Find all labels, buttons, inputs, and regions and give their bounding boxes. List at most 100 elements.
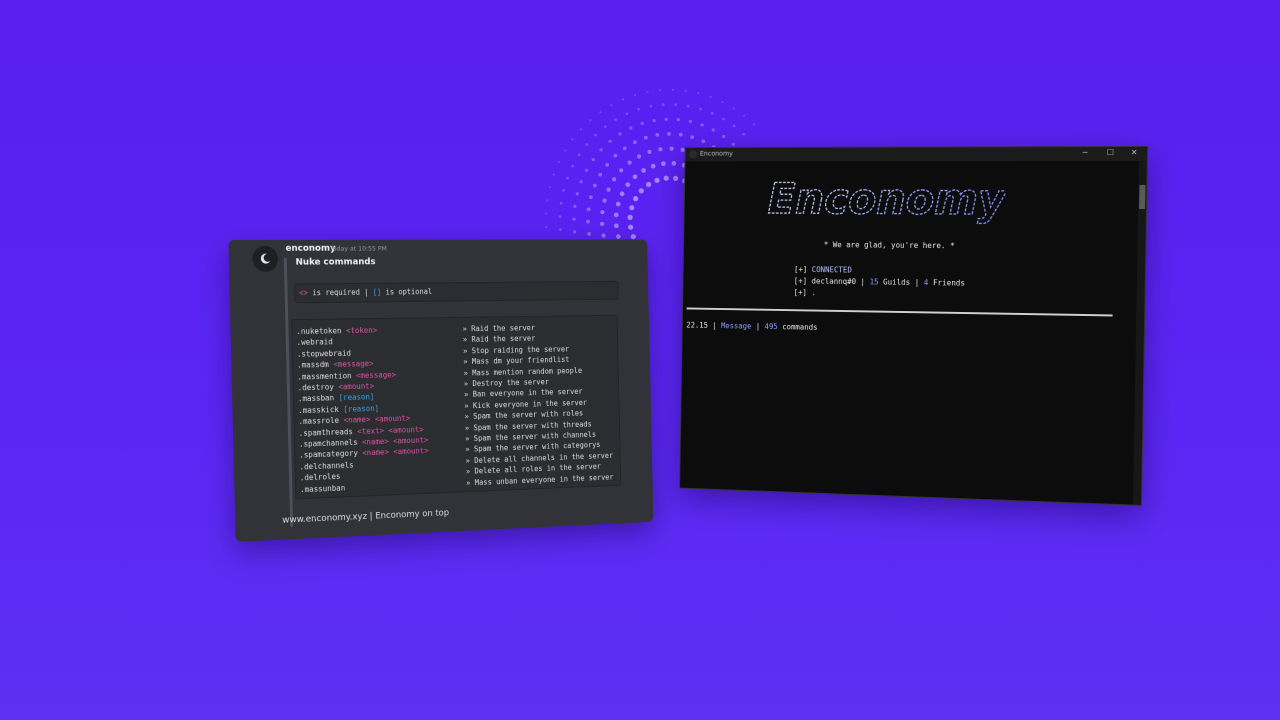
decor-dot xyxy=(659,89,662,92)
window-title: Enconomy xyxy=(699,149,733,158)
decor-dot xyxy=(613,153,618,158)
command-name: .massrole xyxy=(298,416,340,427)
decor-dot xyxy=(586,219,590,224)
command-name: .massunban xyxy=(299,483,346,494)
decor-dot xyxy=(673,175,679,181)
decor-dot xyxy=(571,164,575,168)
decor-dot xyxy=(638,188,644,194)
minimize-button[interactable]: ─ xyxy=(1078,148,1092,157)
decor-dot xyxy=(600,221,605,226)
required-arg: <amount> xyxy=(374,414,411,424)
decor-dot xyxy=(629,205,635,211)
decor-dot xyxy=(732,124,736,128)
friends-label: Friends xyxy=(932,278,966,288)
command-row: .massmention <message>» Mass mention ran… xyxy=(297,366,582,382)
command-name: .masskick xyxy=(298,404,339,415)
decor-dot xyxy=(618,132,622,136)
close-button[interactable]: ✕ xyxy=(1127,148,1141,157)
required-arg: <token> xyxy=(345,325,378,336)
decor-dot xyxy=(654,177,660,183)
decor-dot xyxy=(721,100,724,104)
decor-dot xyxy=(564,149,567,152)
decor-dot xyxy=(700,123,704,127)
decor-dot xyxy=(608,139,612,143)
decor-dot xyxy=(591,158,595,162)
decor-dot xyxy=(722,117,725,121)
decor-dot xyxy=(634,94,637,97)
required-arg: <text> xyxy=(357,425,385,436)
tagline: * We are glad, you're here. * xyxy=(823,240,955,251)
required-arg: <amount> xyxy=(338,381,375,392)
decor-dot xyxy=(545,212,548,215)
decor-dot xyxy=(577,153,581,157)
required-arg: <amount> xyxy=(393,435,429,446)
status-line-connected: [+] CONNECTED xyxy=(794,265,852,274)
decor-dot xyxy=(661,103,665,107)
console-titlebar[interactable]: Enconomy ─ ☐ ✕ xyxy=(685,146,1148,162)
decor-dot xyxy=(669,146,674,151)
decor-dot xyxy=(613,212,619,218)
decor-dot xyxy=(585,143,589,146)
decor-dot xyxy=(603,125,607,129)
decor-dot xyxy=(664,117,668,121)
divider xyxy=(686,307,1113,317)
decor-dot xyxy=(650,163,656,169)
embed-accent-bar xyxy=(283,257,294,528)
decor-dot xyxy=(667,132,671,136)
decor-dot xyxy=(566,176,569,180)
decor-dot xyxy=(586,207,591,212)
decor-dot xyxy=(557,161,560,164)
bot-avatar[interactable] xyxy=(252,245,279,272)
optional-text: is optional xyxy=(385,287,433,297)
decor-dot xyxy=(592,183,597,188)
decor-dot xyxy=(614,118,618,121)
decor-dot xyxy=(606,187,611,192)
decor-dot xyxy=(743,114,746,117)
optional-arg: [reason] xyxy=(338,392,375,403)
decor-dot xyxy=(619,168,624,173)
scrollbar-thumb[interactable] xyxy=(1139,184,1146,209)
separator: | xyxy=(712,321,717,330)
command-description: » Raid the server xyxy=(462,334,536,345)
required-arg: <message> xyxy=(333,359,374,369)
decor-dot xyxy=(698,107,702,111)
embed-title: Nuke commands xyxy=(295,257,376,268)
decor-dot xyxy=(633,140,637,145)
decor-dot xyxy=(674,103,678,107)
decor-dot xyxy=(562,189,565,192)
decor-dot xyxy=(602,198,607,203)
required-arg: <name> xyxy=(361,436,389,447)
optional-arg: [reason] xyxy=(343,403,380,414)
decor-dot xyxy=(649,104,653,108)
required-arg: <name> xyxy=(362,448,390,458)
decor-dot xyxy=(601,233,606,238)
decor-dot xyxy=(753,123,756,126)
command-row: .massunban» Mass unban everyone in the s… xyxy=(299,472,614,495)
app-icon xyxy=(689,149,698,159)
status-line-extra: [+] . xyxy=(794,288,816,297)
account-username: declannq#0 xyxy=(811,276,857,287)
decor-dot xyxy=(621,98,625,101)
decor-dot xyxy=(612,177,617,182)
legend-codeblock: <> is required | [] is optional xyxy=(294,280,619,304)
decor-dot xyxy=(616,234,621,239)
decor-dot xyxy=(573,230,577,234)
maximize-button[interactable]: ☐ xyxy=(1103,148,1117,157)
status-command-count: 495 xyxy=(764,322,778,332)
required-arg: <amount> xyxy=(393,446,429,457)
decor-dot xyxy=(652,119,656,123)
decor-dot xyxy=(579,180,583,184)
decor-dot xyxy=(742,132,746,136)
console-window: Enconomy ─ ☐ ✕ Enconomy * We are glad, y… xyxy=(679,145,1149,506)
command-row: .delchannels» Delete all channels in the… xyxy=(299,451,613,472)
message-username[interactable]: enconomy xyxy=(285,244,335,254)
decor-dot xyxy=(643,135,648,140)
required-arg: <amount> xyxy=(388,424,424,435)
console-scrollbar[interactable] xyxy=(1132,160,1147,505)
decor-dot xyxy=(632,174,638,180)
decor-dot xyxy=(710,111,714,115)
guilds-count: 15 xyxy=(869,277,879,287)
command-row: .stopwebraid» Stop raiding the server xyxy=(297,345,570,360)
status-time: 22.15 xyxy=(686,320,708,330)
command-name: .nuketoken xyxy=(296,326,342,336)
